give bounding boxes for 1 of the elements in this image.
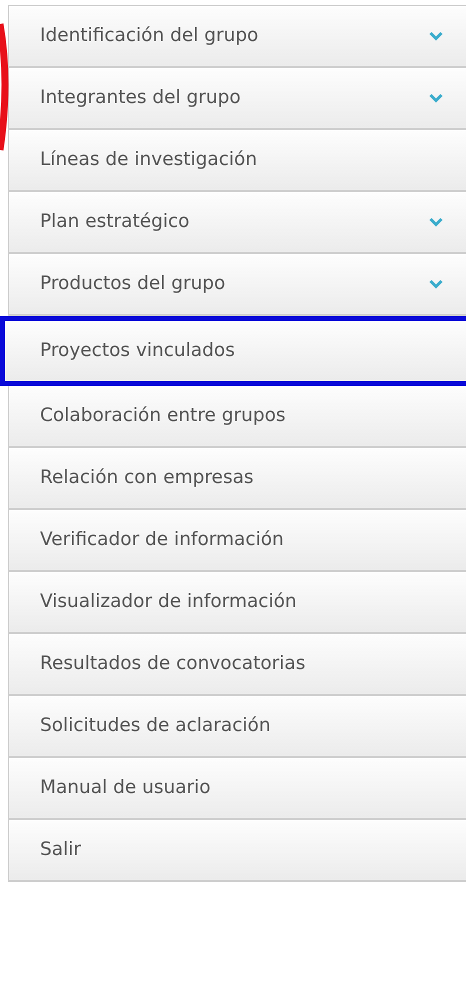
- menu-item[interactable]: Proyectos vinculados: [0, 316, 466, 386]
